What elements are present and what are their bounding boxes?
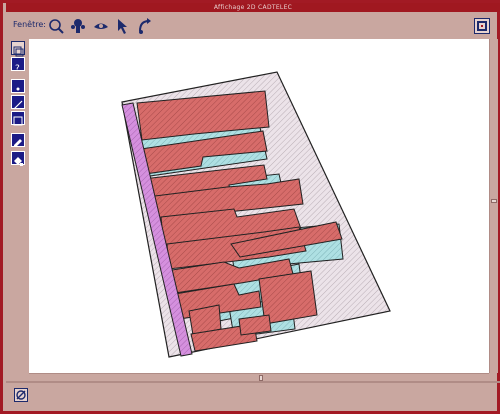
left-toolbar: ? xyxy=(11,39,27,379)
fill-icon[interactable] xyxy=(11,151,25,166)
vertical-scrollbar[interactable] xyxy=(489,39,498,373)
corner-tool-icon[interactable] xyxy=(474,18,490,34)
divider xyxy=(6,381,500,383)
line-icon[interactable] xyxy=(11,95,25,110)
window-title: Affichage 2D CADTELEC xyxy=(213,4,293,11)
query-icon[interactable]: ? xyxy=(11,57,25,74)
rectangle-icon[interactable] xyxy=(11,111,25,126)
vertical-scroll-thumb[interactable] xyxy=(491,199,497,203)
edit-icon[interactable] xyxy=(11,133,25,147)
zoom-icon[interactable] xyxy=(47,17,65,35)
title-bar[interactable]: Affichage 2D CADTELEC xyxy=(6,3,500,12)
point-icon[interactable] xyxy=(11,79,25,93)
navigation-icon[interactable] xyxy=(14,388,28,402)
application-window: Affichage 2D CADTELEC Fenêtre: ? xyxy=(0,0,500,414)
toolbar-label: Fenêtre: xyxy=(13,20,46,29)
map-canvas[interactable] xyxy=(29,39,489,373)
cadastral-map xyxy=(121,71,391,358)
pan-icon[interactable] xyxy=(69,17,87,35)
layer-icon[interactable] xyxy=(11,41,25,57)
pointer-icon[interactable] xyxy=(114,17,132,35)
rotate-icon[interactable] xyxy=(136,17,154,35)
toolbar: Fenêtre: xyxy=(6,15,500,37)
building xyxy=(238,314,272,336)
svg-text:?: ? xyxy=(15,64,20,73)
view-icon[interactable] xyxy=(92,17,110,35)
